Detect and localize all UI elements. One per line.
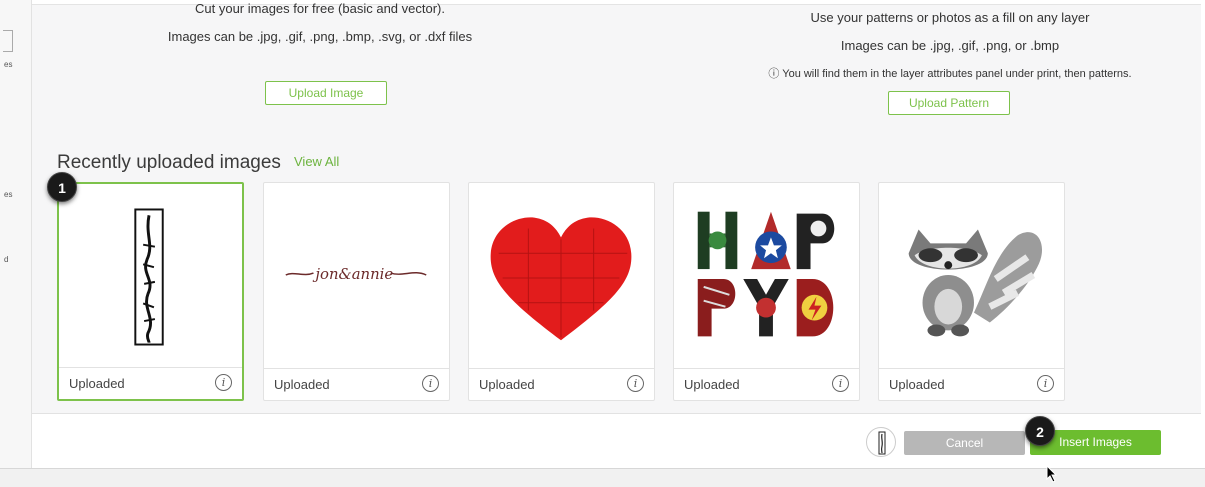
image-card-1[interactable]: Uploaded i — [57, 182, 244, 401]
selected-preview-icon — [866, 427, 896, 457]
card-caption-text: Uploaded — [889, 377, 945, 392]
card-caption-text: Uploaded — [274, 377, 330, 392]
recent-images-title: Recently uploaded images — [57, 152, 281, 173]
left-sidebar-fragment: es es d — [0, 0, 32, 487]
jon-annie-horizontal-thumbnail: jon&annie — [285, 266, 427, 283]
upload-pattern-button[interactable]: Upload Pattern — [888, 91, 1010, 115]
upload-image-button[interactable]: Upload Image — [265, 81, 387, 105]
app-window: es es d Cut your images for free (basic … — [0, 0, 1205, 487]
svg-text:jon&annie: jon&annie — [312, 266, 393, 283]
upload-patterns-formats: Images can be .jpg, .gif, .png, or .bmp — [840, 38, 1060, 53]
upload-images-description: Cut your images for free (basic and vect… — [195, 1, 445, 16]
sidebar-label-fragment-2: es — [4, 190, 13, 199]
info-icon[interactable]: i — [215, 374, 232, 391]
mouse-cursor-icon — [1046, 465, 1058, 483]
sidebar-label-fragment-1: es — [4, 60, 13, 69]
dialog-footer: Cancel Insert Images 2 — [32, 413, 1201, 468]
view-all-link[interactable]: View All — [294, 154, 339, 169]
jon-annie-vertical-thumbnail — [134, 208, 164, 346]
info-icon[interactable]: i — [1037, 375, 1054, 392]
superhero-letters-thumbnail — [697, 211, 835, 337]
raccoon-thumbnail — [908, 229, 1043, 337]
upload-images-section: Cut your images for free (basic and vect… — [120, 0, 520, 51]
upload-patterns-section: Use your patterns or photos as a fill on… — [732, 4, 1168, 88]
sidebar-label-fragment-3: d — [4, 255, 9, 264]
image-card-4[interactable]: Uploaded i — [673, 182, 860, 401]
card-caption: Uploaded i — [674, 368, 859, 400]
card-caption-text: Uploaded — [684, 377, 740, 392]
image-card-5[interactable]: Uploaded i — [878, 182, 1065, 401]
card-caption: Uploaded i — [59, 367, 242, 399]
card-caption: Uploaded i — [469, 368, 654, 400]
puzzle-heart-thumbnail — [490, 217, 632, 341]
upload-images-formats: Images can be .jpg, .gif, .png, .bmp, .s… — [167, 29, 473, 44]
image-card-2[interactable]: jon&annie Uploaded i — [263, 182, 450, 401]
cancel-button[interactable]: Cancel — [904, 431, 1025, 455]
upload-patterns-note: ⓘ You will find them in the layer attrib… — [768, 68, 1132, 80]
card-caption-text: Uploaded — [69, 376, 125, 391]
window-bottom-bar — [0, 468, 1205, 487]
step-badge-2: 2 — [1025, 416, 1055, 446]
card-caption: Uploaded i — [879, 368, 1064, 400]
image-card-3[interactable]: Uploaded i — [468, 182, 655, 401]
sidebar-icon-fragment — [3, 30, 13, 52]
step-badge-1: 1 — [47, 172, 77, 202]
info-icon[interactable]: i — [422, 375, 439, 392]
info-icon[interactable]: i — [832, 375, 849, 392]
upload-patterns-description: Use your patterns or photos as a fill on… — [810, 10, 1090, 25]
card-caption-text: Uploaded — [479, 377, 535, 392]
card-caption: Uploaded i — [264, 368, 449, 400]
upload-dialog-body: Cut your images for free (basic and vect… — [32, 1, 1201, 413]
info-icon[interactable]: i — [627, 375, 644, 392]
